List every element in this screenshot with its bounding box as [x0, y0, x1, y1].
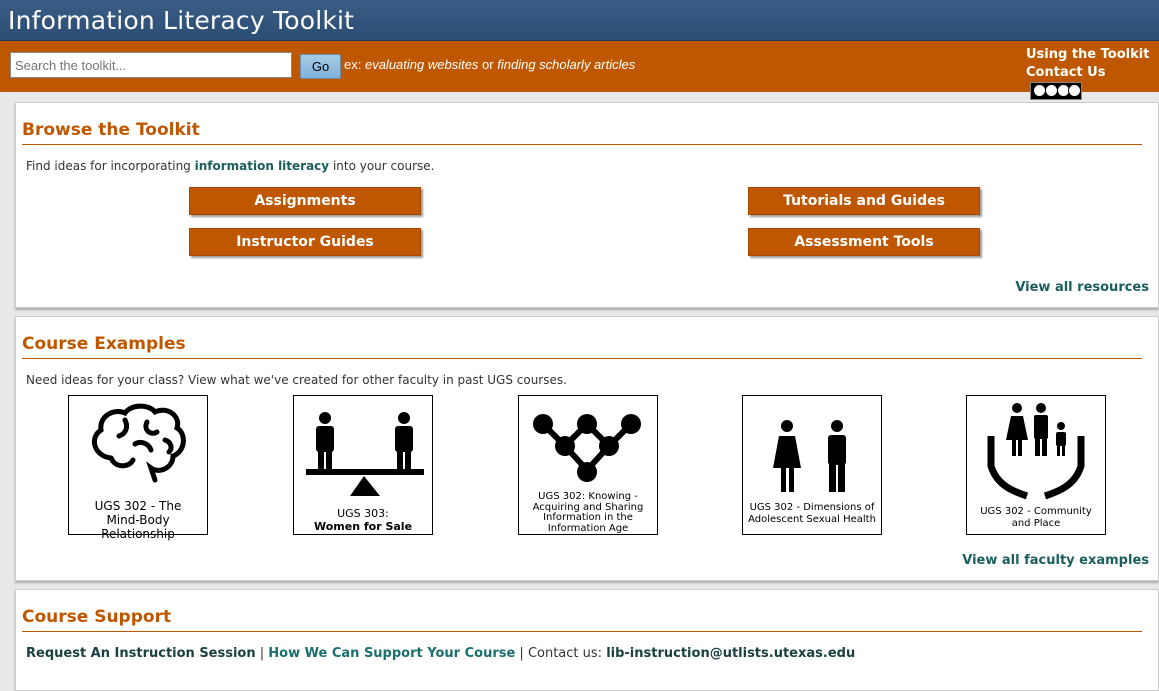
- tutorials-guides-button[interactable]: Tutorials and Guides: [748, 187, 980, 215]
- contact-email-link[interactable]: lib-instruction@utlists.utexas.edu: [606, 646, 855, 661]
- course-label: UGS 302 - Dimensions of Adolescent Sexua…: [748, 502, 876, 525]
- couple-icon: [773, 420, 846, 492]
- assignments-button[interactable]: Assignments: [189, 187, 421, 215]
- site-title[interactable]: Information Literacy Toolkit: [8, 6, 354, 35]
- view-all-resources-link[interactable]: View all resources: [1015, 280, 1149, 295]
- creative-commons-icon[interactable]: [1030, 82, 1082, 100]
- browse-intro: Find ideas for incorporating information…: [26, 159, 435, 173]
- course-support-divider: [22, 631, 1142, 632]
- course-examples-intro: Need ideas for your class? View what we'…: [26, 373, 567, 387]
- using-toolkit-link[interactable]: Using the Toolkit: [1026, 46, 1159, 64]
- course-support-heading: Course Support: [22, 607, 172, 627]
- title-bar: Information Literacy Toolkit: [0, 0, 1159, 41]
- contact-row: Contact Us: [1026, 64, 1159, 100]
- browse-heading: Browse the Toolkit: [22, 120, 200, 140]
- contact-us-link[interactable]: Contact Us: [1026, 65, 1105, 80]
- request-instruction-link[interactable]: Request An Instruction Session: [26, 646, 256, 661]
- brain-icon: [91, 403, 186, 483]
- assessment-tools-button[interactable]: Assessment Tools: [748, 228, 980, 256]
- network-icon: [533, 414, 641, 482]
- view-all-faculty-examples-link[interactable]: View all faculty examples: [962, 553, 1149, 568]
- course-card-adolescent-health[interactable]: UGS 302 - Dimensions of Adolescent Sexua…: [742, 395, 882, 535]
- instructor-guides-button[interactable]: Instructor Guides: [189, 228, 421, 256]
- course-label: UGS 302: Knowing - Acquiring and Sharing…: [532, 491, 644, 534]
- go-button[interactable]: Go: [300, 54, 341, 79]
- course-card-community-place[interactable]: UGS 302 - Community and Place: [966, 395, 1106, 535]
- support-links: Request An Instruction Session | How We …: [26, 646, 856, 661]
- top-links: Using the Toolkit Contact Us: [1026, 46, 1159, 100]
- course-card-mind-body[interactable]: UGS 302 - The Mind-Body Relationship: [68, 395, 208, 540]
- course-card-information-age[interactable]: UGS 302: Knowing - Acquiring and Sharing…: [518, 395, 658, 535]
- how-we-support-link[interactable]: How We Can Support Your Course: [268, 646, 515, 661]
- course-label: UGS 302 - The Mind-Body Relationship: [94, 499, 182, 541]
- browse-divider: [22, 144, 1142, 145]
- information-literacy-link[interactable]: information literacy: [195, 159, 330, 173]
- course-examples-heading: Course Examples: [22, 334, 186, 354]
- browse-panel: Browse the Toolkit Find ideas for incorp…: [15, 102, 1159, 308]
- course-label: UGS 303: Women for Sale: [313, 507, 413, 533]
- course-examples-divider: [22, 358, 1142, 359]
- course-card-women-for-sale[interactable]: UGS 303: Women for Sale: [293, 395, 433, 535]
- course-label: UGS 302 - Community and Place: [980, 506, 1092, 529]
- seesaw-icon: [306, 412, 424, 496]
- search-input[interactable]: [10, 52, 292, 78]
- search-hint: ex: evaluating websites or finding schol…: [344, 57, 636, 72]
- family-hands-icon: [987, 403, 1085, 500]
- course-examples-panel: Course Examples Need ideas for your clas…: [15, 316, 1159, 581]
